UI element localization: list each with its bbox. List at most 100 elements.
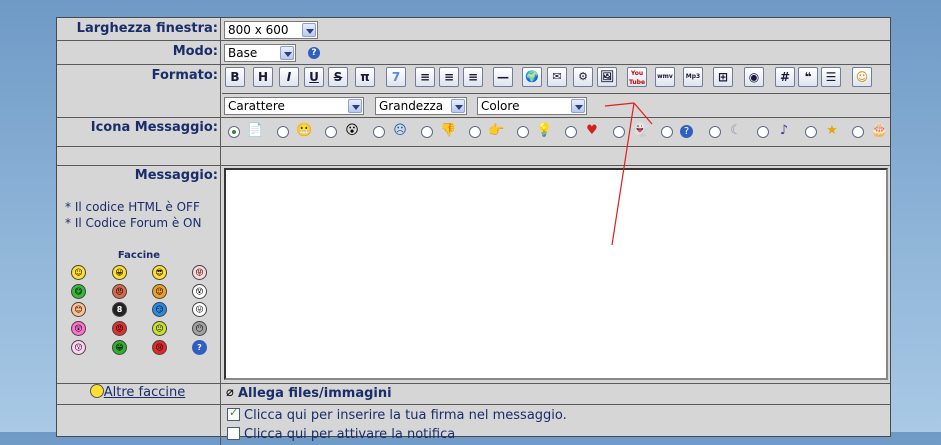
spacer-row: [57, 147, 890, 166]
smiley-icon[interactable]: 😛: [192, 302, 207, 317]
star-icon: ★: [826, 123, 838, 138]
smiley-icon[interactable]: 😶: [192, 321, 207, 336]
chevron-down-icon: [280, 46, 294, 60]
sad-icon: ☹: [393, 123, 407, 138]
smiley-icon[interactable]: 😊: [71, 302, 86, 317]
message-textarea[interactable]: [224, 168, 888, 380]
smiley-icon[interactable]: 😉: [152, 284, 167, 299]
message-icon-radio[interactable]: [613, 126, 625, 138]
cake-icon: 🎂: [871, 123, 888, 138]
message-left-panel: Messaggio: * Il codice HTML è OFF * Il C…: [57, 166, 221, 383]
window-size-row: Larghezza finestra: 800 x 600: [57, 18, 890, 41]
smiley-icon[interactable]: 😎: [152, 265, 167, 280]
mp3-button[interactable]: Mp3: [683, 67, 703, 87]
smiley-icon[interactable]: 😗: [71, 340, 86, 355]
message-icon-radio[interactable]: [565, 126, 577, 138]
italic-button[interactable]: I: [279, 67, 299, 87]
code-button[interactable]: #: [775, 67, 795, 87]
message-icon-radio[interactable]: [421, 126, 433, 138]
mode-select[interactable]: Base: [224, 44, 296, 62]
help-icon[interactable]: ?: [308, 47, 320, 59]
superscript-button[interactable]: 7: [386, 67, 406, 87]
smiley-icon[interactable]: 😋: [71, 284, 86, 299]
smiley-icon[interactable]: 😐: [152, 321, 167, 336]
smiley-icon[interactable]: 😵: [192, 284, 207, 299]
smiley-icon[interactable]: 😁: [112, 340, 127, 355]
spacer-label: [57, 147, 221, 165]
message-icon-radio[interactable]: [661, 126, 673, 138]
message-icon-radio[interactable]: [277, 126, 289, 138]
formula-button[interactable]: π: [355, 67, 375, 87]
pointing-hand-icon: 👉: [488, 123, 505, 138]
smiley-icon[interactable]: 😲: [71, 321, 86, 336]
message-icon-radio[interactable]: [852, 126, 864, 138]
smiley-icon[interactable]: 😀: [112, 265, 127, 280]
message-icon-radio[interactable]: [325, 126, 337, 138]
message-icon-radio[interactable]: [373, 126, 385, 138]
notify-checkbox[interactable]: [227, 427, 240, 440]
message-icon-radio[interactable]: [757, 126, 769, 138]
attach-row: Altre faccine ⌀ Allega files/immagini: [57, 384, 890, 405]
message-icon-label: Icona Messaggio:: [57, 118, 221, 146]
globe-link-icon[interactable]: 🌍: [522, 67, 542, 87]
format-row: Formato: B H I U S π 7 ≡ ≡ ≡ — 🌍 ✉ ⚙ 🖼 Y…: [57, 65, 890, 118]
message-label: Messaggio:: [134, 168, 218, 183]
heading-button[interactable]: H: [253, 67, 273, 87]
underline-button[interactable]: U: [304, 67, 324, 87]
window-size-label: Larghezza finestra:: [57, 18, 221, 40]
message-icon-radio[interactable]: [709, 126, 721, 138]
format-label: Formato:: [57, 65, 221, 117]
smiley-icon[interactable]: ☺: [71, 265, 86, 280]
message-icon-radio[interactable]: [805, 126, 817, 138]
attach-files-link[interactable]: Allega files/immagini: [238, 386, 392, 401]
chevron-down-icon: [302, 23, 316, 37]
strike-button[interactable]: S: [328, 67, 348, 87]
chevron-down-icon: [348, 99, 362, 113]
smiley-icon[interactable]: 😢: [152, 340, 167, 355]
message-icon-radio[interactable]: [228, 126, 240, 138]
signature-label: Clicca qui per inserire la tua firma nel…: [244, 408, 567, 423]
smiley-icon[interactable]: ☺: [852, 67, 872, 87]
surprised-icon: 😮: [345, 123, 359, 138]
email-icon[interactable]: ✉: [547, 67, 567, 87]
grin-icon: 😬: [296, 123, 313, 138]
align-right-button[interactable]: ≡: [463, 67, 483, 87]
color-select[interactable]: Colore: [477, 97, 587, 115]
table-button[interactable]: ⊞: [713, 67, 733, 87]
quote-button[interactable]: ❝: [798, 67, 818, 87]
horizontal-rule-button[interactable]: —: [493, 67, 513, 87]
smiley-icon[interactable]: 😡: [112, 321, 127, 336]
more-smileys-link[interactable]: Altre faccine: [104, 385, 185, 400]
document-icon: 📄: [247, 123, 264, 138]
size-select[interactable]: Grandezza: [375, 97, 467, 115]
smiley-icon: [89, 384, 104, 398]
smiley-icon[interactable]: 😠: [112, 284, 127, 299]
smileys-title: Faccine: [117, 250, 161, 261]
media-button[interactable]: ◉: [744, 67, 764, 87]
message-icon-radio[interactable]: [517, 126, 529, 138]
smiley-icon[interactable]: 😝: [192, 265, 207, 280]
signature-checkbox[interactable]: ✓: [227, 406, 240, 421]
window-size-select[interactable]: 800 x 600: [224, 21, 318, 39]
help-icon[interactable]: ?: [192, 340, 207, 355]
align-center-button[interactable]: ≡: [439, 67, 459, 87]
smiley-icon[interactable]: 😏: [152, 302, 167, 317]
align-left-button[interactable]: ≡: [415, 67, 435, 87]
notify-label: Clicca qui per attivare la notifica: [244, 427, 456, 442]
font-select[interactable]: Carattere: [224, 97, 364, 115]
format-toolbar: B H I U S π 7 ≡ ≡ ≡ — 🌍 ✉ ⚙ 🖼 You Tube w…: [222, 65, 890, 94]
bold-button[interactable]: B: [225, 67, 245, 87]
message-icon-options: 📄 😬 😮 ☹ 👎 👉 💡 ♥ 👻 ? ☾ ♪ ★ 🎂: [222, 118, 890, 146]
flash-icon[interactable]: ⚙: [573, 67, 593, 87]
check-icon: ✓: [229, 406, 239, 419]
chevron-down-icon: [451, 99, 465, 113]
image-icon[interactable]: 🖼: [597, 67, 617, 87]
music-note-icon: ♪: [779, 123, 789, 138]
youtube-button[interactable]: You Tube: [627, 67, 647, 87]
message-icon-radio[interactable]: [469, 126, 481, 138]
list-button[interactable]: ☰: [821, 67, 841, 87]
smiley-icon[interactable]: 8: [112, 302, 127, 317]
forum-code-note: * Il Codice Forum è ON: [65, 216, 202, 230]
wmv-button[interactable]: wmv: [655, 67, 675, 87]
message-icon-row: Icona Messaggio: 📄 😬 😮 ☹ 👎 👉 💡 ♥ 👻 ? ☾ ♪…: [57, 118, 890, 147]
